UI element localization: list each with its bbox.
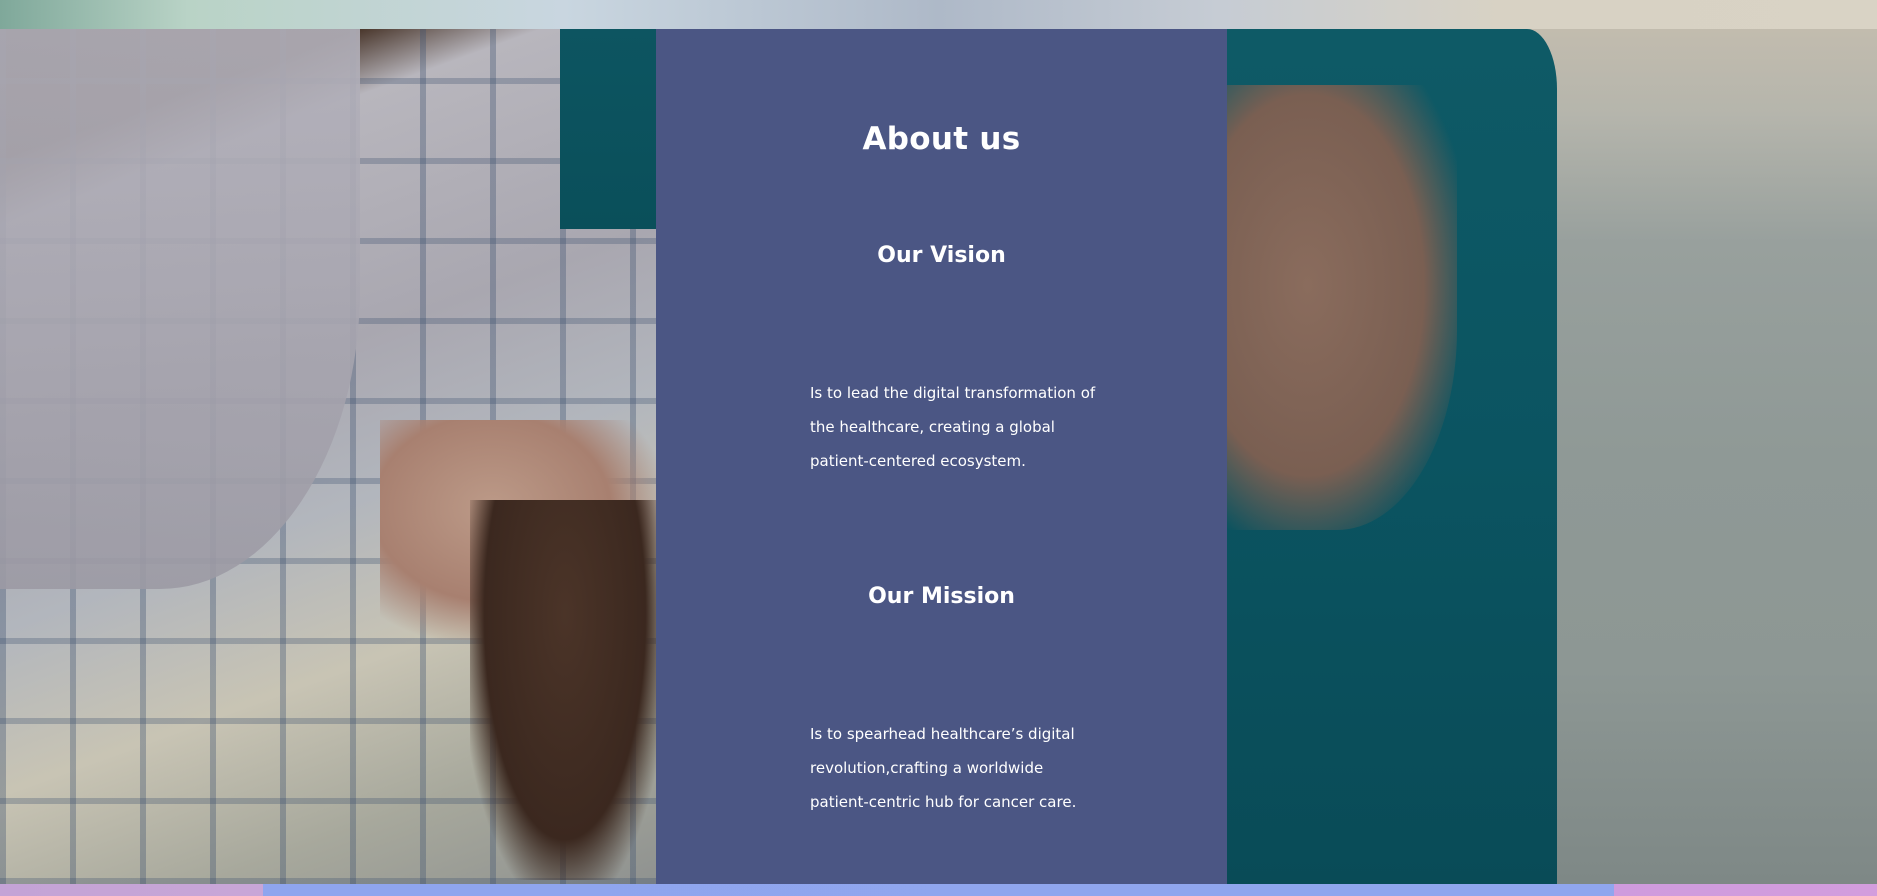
vision-text: Is to lead the digital transformation of… xyxy=(810,384,1096,470)
about-panel: About us Our Vision Is to lead the digit… xyxy=(656,29,1227,884)
about-page: About us Our Vision Is to lead the digit… xyxy=(0,0,1877,896)
vision-heading: Our Vision xyxy=(877,243,1006,268)
mission-text: Is to spearhead healthcare’s digital rev… xyxy=(810,725,1077,811)
mission-heading: Our Mission xyxy=(868,584,1015,609)
right-photo-arm xyxy=(1227,85,1457,530)
bottom-gradient-bar xyxy=(0,884,1877,896)
about-title: About us xyxy=(862,121,1021,157)
left-photo-arm xyxy=(470,500,660,880)
left-photo-teal-scrubs xyxy=(560,29,656,229)
top-photo-strip xyxy=(0,0,1877,29)
